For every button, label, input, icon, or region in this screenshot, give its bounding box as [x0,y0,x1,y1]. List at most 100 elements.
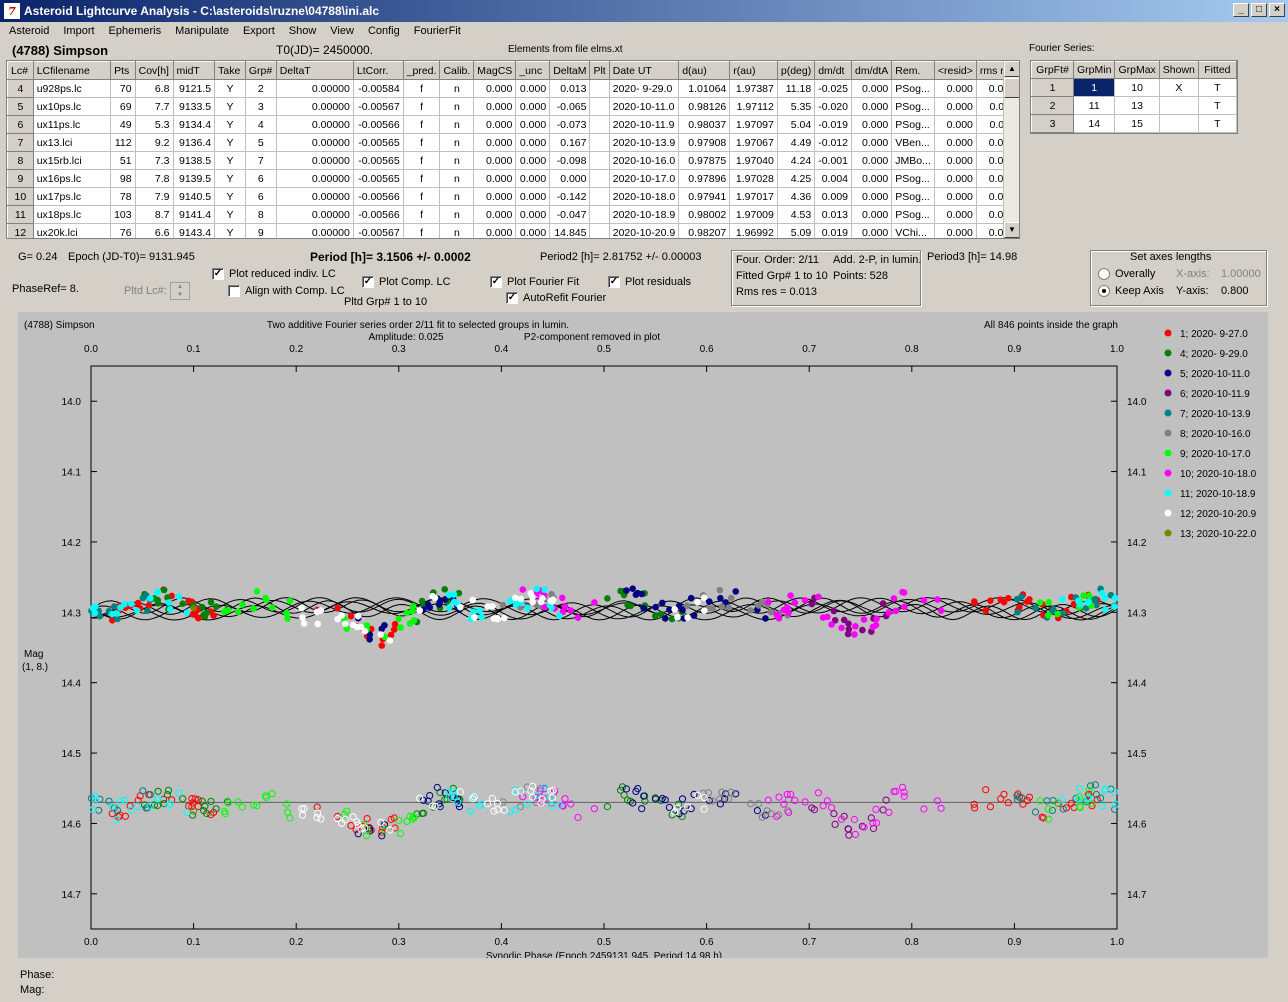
table-cell[interactable]: 5.3 [135,115,174,134]
table-cell[interactable]: 0.000 [851,169,893,188]
table-cell[interactable]: 4.24 [777,151,816,170]
table-cell[interactable]: 9140.5 [173,187,216,206]
plot-residuals-checkbox[interactable]: ✓ Plot residuals [608,276,691,288]
table-cell[interactable]: 98 [110,169,136,188]
table-cell[interactable]: 5.09 [777,223,816,238]
table-cell[interactable]: 0.98002 [678,205,731,224]
column-header[interactable]: Lc# [7,61,34,80]
column-header[interactable]: _pred. [402,61,441,80]
table-cell[interactable]: 2020- 9-29.0 [609,79,680,98]
table-cell[interactable]: Y [214,205,246,224]
table-cell[interactable]: 7.7 [135,97,174,116]
menu-view[interactable]: View [321,23,359,41]
table-cell[interactable]: 0.000 [473,79,517,98]
table-cell[interactable]: 0.000 [851,79,893,98]
table-row[interactable]: 10 ux17ps.lc 78 7.9 9140.5 Y 6 0.00000 -0.00566 f… [7,187,1019,206]
table-cell[interactable] [589,187,610,206]
table-cell[interactable]: 1.97040 [729,151,778,170]
table-cell[interactable]: 10 [7,187,34,206]
table-cell[interactable]: f [403,223,441,238]
table-cell[interactable]: 3 [245,97,277,116]
menu-config[interactable]: Config [359,23,405,41]
table-cell[interactable]: ux11ps.lc [33,115,112,134]
table-row[interactable]: 12 ux20k.lci 76 6.6 9143.4 Y 9 0.00000 -0.00567 f… [7,223,1019,238]
table-cell[interactable]: PSog... [891,97,935,116]
y-axis-value[interactable]: 0.800 [1221,285,1249,297]
table-cell[interactable]: 0.000 [851,151,893,170]
table-cell[interactable]: 0.167 [549,133,591,152]
table-cell[interactable]: 0.000 [934,187,977,206]
table-cell[interactable]: 0.000 [934,151,977,170]
table-cell[interactable]: 0.004 [814,169,852,188]
table-cell[interactable]: 2020-10-17.0 [609,169,680,188]
table-cell[interactable]: 51 [110,151,136,170]
table-cell[interactable]: ux10ps.lc [33,97,112,116]
table-cell[interactable]: 0.000 [934,115,977,134]
plot-fourier-checkbox[interactable]: ✓ Plot Fourier Fit [490,276,579,288]
minimize-button[interactable]: _ [1233,3,1249,17]
menu-import[interactable]: Import [54,23,99,41]
table-cell[interactable]: -0.047 [549,205,591,224]
table-cell[interactable]: f [403,79,441,98]
table-cell[interactable]: 0.000 [851,97,893,116]
table-cell[interactable]: 7 [7,133,34,152]
table-cell[interactable]: 1.97112 [729,97,778,116]
table-cell[interactable]: 8.7 [135,205,174,224]
table-cell[interactable]: n [439,223,475,238]
table-cell[interactable]: 1.97009 [729,205,778,224]
table-cell[interactable]: n [439,151,475,170]
table-cell[interactable]: 0.000 [934,97,977,116]
fourier-column-header[interactable]: GrpMax [1114,61,1160,79]
table-cell[interactable]: Y [214,187,246,206]
lightcurve-table[interactable]: Lc# LCfilename Pts Cov[h] midT Take Grp# DeltaT… [6,60,1020,239]
table-cell[interactable]: 0.000 [473,205,517,224]
table-cell[interactable]: 5.04 [777,115,816,134]
maximize-button[interactable]: □ [1251,3,1267,17]
table-row[interactable]: 4 u928ps.lc 70 6.8 9121.5 Y 2 0.00000 -0.00584 f n… [7,79,1019,98]
table-cell[interactable]: 0.000 [851,115,893,134]
column-header[interactable]: Cov[h] [134,61,174,80]
column-header[interactable]: Grp# [244,61,277,80]
table-cell[interactable]: 1.01064 [678,79,731,98]
table-cell[interactable]: ux20k.lci [33,223,112,238]
table-cell[interactable]: 9138.5 [173,151,216,170]
fourier-cell[interactable]: 2 [1031,96,1074,115]
scroll-thumb[interactable] [1004,78,1019,98]
lightcurve-chart[interactable]: (4788) Simpson Two additive Fourier serie… [18,312,1268,962]
table-cell[interactable]: 4.49 [777,133,816,152]
fourier-cell[interactable]: T [1198,78,1237,97]
table-row[interactable]: 9 ux16ps.lc 98 7.8 9139.5 Y 6 0.00000 -0.00565 f n… [7,169,1019,188]
table-row[interactable]: 6 ux11ps.lc 49 5.3 9134.4 Y 4 0.00000 -0.00566 f n… [7,115,1019,134]
table-cell[interactable]: JMBo... [891,151,935,170]
fourier-cell[interactable] [1159,114,1199,133]
table-cell[interactable]: 11.18 [777,79,816,98]
table-row[interactable]: 7 ux13.lci 112 9.2 9136.4 Y 5 0.00000 -0.00565 f n… [7,133,1019,152]
table-cell[interactable]: 0.000 [851,205,893,224]
table-cell[interactable]: 7.9 [135,187,174,206]
table-cell[interactable]: 70 [110,79,136,98]
fourier-cell[interactable]: T [1198,114,1237,133]
table-cell[interactable]: 0.019 [814,223,852,238]
table-cell[interactable]: 76 [110,223,136,238]
pltd-lc-spinner[interactable]: ▲ ▼ [170,282,190,300]
table-cell[interactable]: 0.98126 [678,97,731,116]
table-cell[interactable]: -0.019 [814,115,852,134]
column-header[interactable]: Take [214,61,246,80]
table-cell[interactable]: 2020-10-20.9 [609,223,680,238]
scroll-up-arrow-icon[interactable]: ▲ [1004,61,1019,77]
table-cell[interactable]: 0.00000 [276,133,354,152]
table-row[interactable]: 11 ux18ps.lc 103 8.7 9141.4 Y 8 0.00000 -0.00566… [7,205,1019,224]
plot-comp-checkbox[interactable]: ✓ Plot Comp. LC [362,276,451,288]
table-cell[interactable]: 0.009 [814,187,852,206]
table-cell[interactable] [589,133,610,152]
table-row[interactable]: 5 ux10ps.lc 69 7.7 9133.5 Y 3 0.00000 -0.00567 f n… [7,97,1019,116]
table-cell[interactable]: 0.00000 [276,205,354,224]
table-cell[interactable]: VBen... [891,133,935,152]
table-cell[interactable]: 0.000 [515,187,551,206]
table-cell[interactable]: 0.000 [515,169,551,188]
menu-manipulate[interactable]: Manipulate [166,23,234,41]
table-cell[interactable]: f [403,97,441,116]
x-axis-value[interactable]: 1.00000 [1221,268,1261,280]
table-cell[interactable]: 0.000 [851,223,893,238]
table-cell[interactable]: 0.00000 [276,97,354,116]
